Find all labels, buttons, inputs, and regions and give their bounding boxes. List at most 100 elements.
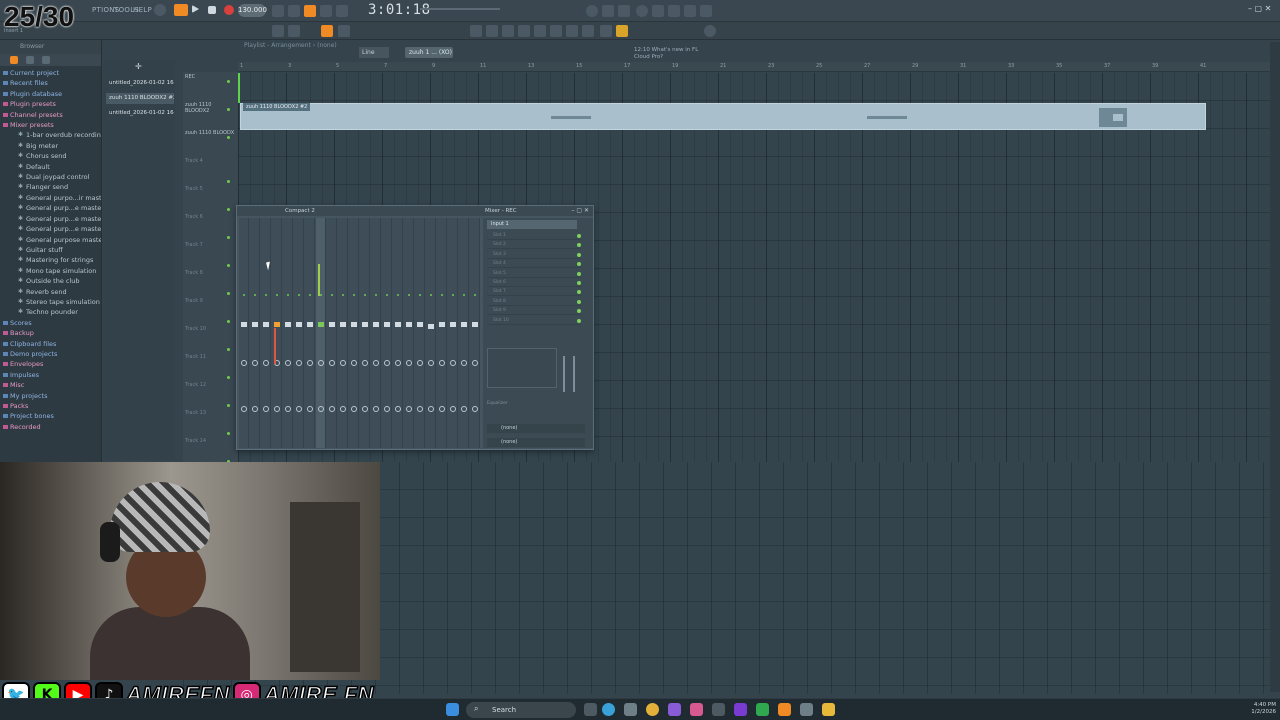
track-mute-led[interactable] [227,236,230,239]
pan-knob[interactable] [461,360,467,366]
track-mute-led[interactable] [227,108,230,111]
start-icon[interactable] [446,703,459,716]
volume-fader[interactable] [439,322,445,327]
system-tray[interactable]: 4:40 PM 1/2/2026 [1251,702,1276,716]
loop-icon[interactable] [272,5,284,17]
pan-knob[interactable] [307,360,313,366]
strip-enable-led[interactable] [463,294,465,296]
mixer-strip[interactable] [349,218,359,448]
track-mute-led[interactable] [227,376,230,379]
slot-enable-led[interactable] [577,262,581,267]
xbox-icon[interactable] [756,703,769,716]
stereo-knob[interactable] [472,406,478,412]
fx-slot[interactable]: Slot 3 [487,251,581,259]
pan-knob[interactable] [263,360,269,366]
mixer-strip[interactable] [437,218,447,448]
volume-fader[interactable] [461,322,467,327]
mixer-icon[interactable] [502,25,514,37]
pan-knob[interactable] [384,360,390,366]
browser-folder[interactable]: Plugin presets [0,99,101,109]
strip-enable-led[interactable] [320,294,322,296]
volume-fader[interactable] [406,322,412,327]
folder-icon[interactable] [42,56,50,64]
plugin-icon[interactable] [550,25,562,37]
browser-folder[interactable]: Demo projects [0,349,101,359]
stereo-knob[interactable] [241,406,247,412]
fx-slot[interactable]: Slot 1 [487,232,581,240]
stereo-knob[interactable] [406,406,412,412]
browser-preset[interactable]: Mastering for strings [0,255,101,265]
mixer-strip[interactable] [327,218,337,448]
mixer-window[interactable]: Compact 2 Mixer - REC – ▢ ✕ Input 1 Slot… [236,205,594,450]
strip-enable-led[interactable] [254,294,256,296]
pan-knob[interactable] [296,360,302,366]
volume-fader[interactable] [373,322,379,327]
explorer-icon[interactable] [822,703,835,716]
pan-knob[interactable] [428,360,434,366]
browser-preset[interactable]: Reverb send [0,287,101,297]
volume-fader[interactable] [241,322,247,327]
volume-fader[interactable] [450,322,456,327]
browser-folder[interactable]: Current project [0,68,101,78]
volume-fader[interactable] [563,356,565,392]
app-icon[interactable] [668,703,681,716]
output-select-2[interactable]: (none) [487,438,585,447]
pattern-item[interactable]: untitled_2026-01-02 16- [106,78,174,89]
browser-folder[interactable]: Envelopes [0,359,101,369]
pan-knob[interactable] [373,360,379,366]
clock-icon[interactable] [586,5,598,17]
pattern-item[interactable]: zuuh 1110 BLOODX2 #2 [106,93,174,104]
stereo-knob[interactable] [384,406,390,412]
browser-preset[interactable]: General purpose mastering [0,235,101,245]
pattern-song-toggle[interactable] [174,4,188,16]
arrow-icon[interactable] [288,25,300,37]
strip-enable-led[interactable] [243,294,245,296]
volume-fader[interactable] [362,322,368,327]
volume-fader[interactable] [285,322,291,327]
stereo-knob[interactable] [417,406,423,412]
pan-knob[interactable] [450,360,456,366]
track-mute-led[interactable] [227,80,230,83]
browser-preset[interactable]: Default [0,162,101,172]
app-icon[interactable] [690,703,703,716]
pan-knob[interactable] [318,360,324,366]
input-select[interactable]: Input 1 [487,220,577,229]
browser-folder[interactable]: Impulses [0,370,101,380]
stereo-knob[interactable] [296,406,302,412]
volume-fader[interactable] [340,322,346,327]
chrome-icon[interactable] [646,703,659,716]
volume-fader[interactable] [318,322,324,327]
save-icon[interactable] [668,5,680,17]
tempo-tap-icon[interactable] [534,25,546,37]
browser-preset[interactable]: Flanger send [0,182,101,192]
mixer-strip[interactable] [294,218,304,448]
strip-enable-led[interactable] [375,294,377,296]
mixer-strip[interactable] [338,218,348,448]
slot-enable-led[interactable] [577,234,581,238]
strip-enable-led[interactable] [276,294,278,296]
strip-enable-led[interactable] [408,294,410,296]
fx-slot[interactable]: Slot 9 [487,307,581,316]
browser-preset[interactable]: Chorus send [0,151,101,161]
channel-rack-icon[interactable] [486,25,498,37]
window-controls[interactable]: – ▢ ✕ [1248,4,1271,13]
microphone-icon[interactable] [618,5,630,17]
gear-icon[interactable] [602,5,614,17]
stereo-knob[interactable] [461,406,467,412]
mixer-strip[interactable] [470,218,480,448]
playlist-icon[interactable] [470,25,482,37]
fx-slot[interactable]: Slot 10 [487,317,581,325]
volume-fader[interactable] [472,322,478,327]
volume-fader[interactable] [296,322,302,327]
plugin-picker-icon[interactable] [652,5,664,17]
browser-folder[interactable]: Scores [0,318,101,328]
strip-enable-led[interactable] [331,294,333,296]
track-mute-led[interactable] [227,180,230,183]
app-icon[interactable] [734,703,747,716]
volume-fader[interactable] [395,322,401,327]
output-select[interactable]: (none) [487,424,585,433]
app-icon[interactable] [624,703,637,716]
browser-preset[interactable]: Dual joypad control [0,172,101,182]
volume-fader[interactable] [417,322,423,327]
track-mute-led[interactable] [227,208,230,211]
